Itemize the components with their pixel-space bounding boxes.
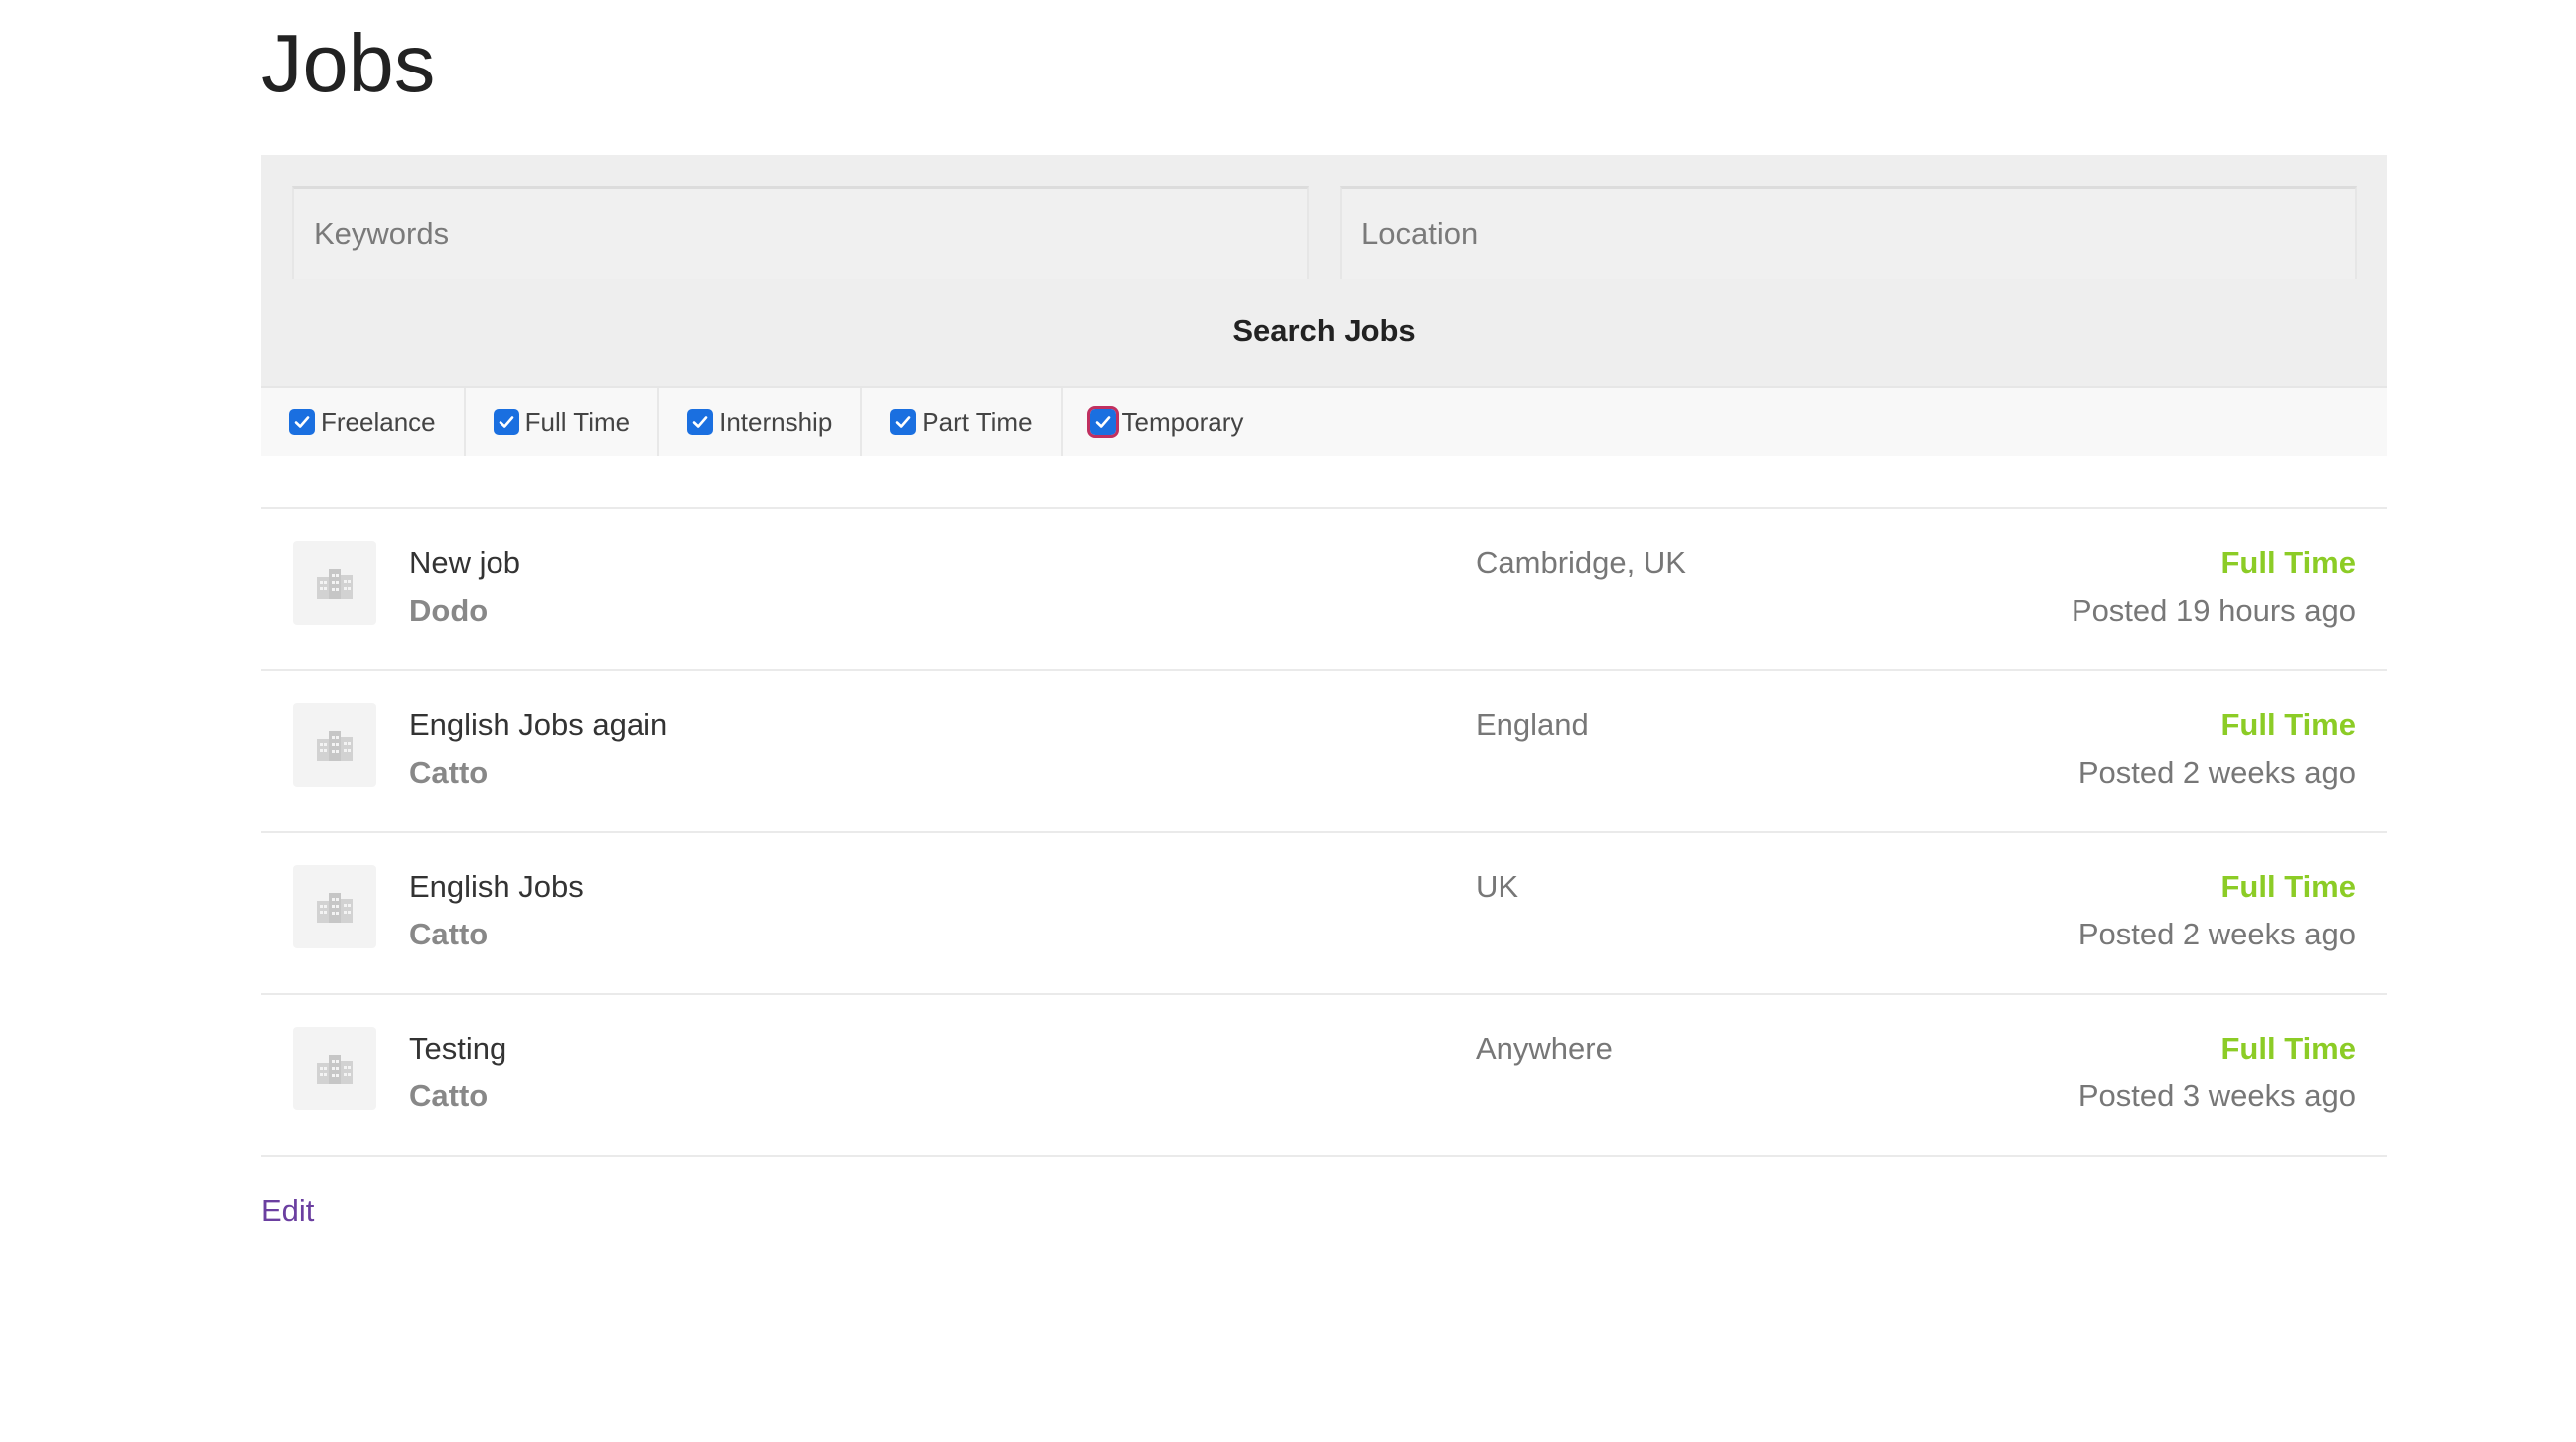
job-location: Anywhere	[1476, 1031, 1613, 1066]
filter-temporary[interactable]: Temporary	[1063, 388, 1272, 456]
job-title[interactable]: English Jobs	[409, 869, 584, 905]
filter-label: Temporary	[1121, 406, 1244, 437]
job-location: Cambridge, UK	[1476, 545, 1686, 580]
job-listings: New job Dodo Cambridge, UK Full Time Pos…	[261, 507, 2387, 1157]
job-company: Dodo	[409, 593, 489, 628]
filter-internship[interactable]: Internship	[659, 388, 863, 456]
filter-freelance[interactable]: Freelance	[261, 388, 466, 456]
job-company: Catto	[409, 755, 489, 790]
checkmark-icon[interactable]	[289, 409, 315, 435]
filter-part-time[interactable]: Part Time	[862, 388, 1063, 456]
job-posted-date: Posted 3 weeks ago	[2077, 1079, 2356, 1113]
filter-label: Freelance	[321, 406, 436, 437]
job-type: Full Time	[2220, 707, 2356, 742]
search-jobs-button[interactable]: Search Jobs	[1213, 303, 1435, 359]
building-icon	[317, 569, 353, 599]
job-type: Full Time	[2220, 545, 2356, 580]
job-company: Catto	[409, 917, 489, 951]
page-title: Jobs	[261, 17, 436, 109]
company-logo	[293, 703, 376, 787]
edit-link[interactable]: Edit	[261, 1193, 314, 1228]
job-type-filters: Freelance Full Time Internship Part Time…	[261, 388, 2387, 456]
job-type: Full Time	[2220, 869, 2356, 904]
filter-label: Part Time	[922, 406, 1033, 437]
job-posted-date: Posted 2 weeks ago	[2077, 755, 2356, 790]
job-posted-date: Posted 2 weeks ago	[2077, 917, 2356, 951]
job-title[interactable]: New job	[409, 545, 520, 581]
checkmark-icon[interactable]	[687, 409, 714, 435]
filter-full-time[interactable]: Full Time	[466, 388, 660, 456]
keywords-input[interactable]	[292, 186, 1309, 279]
search-fields	[292, 186, 2357, 279]
building-icon	[317, 893, 353, 923]
job-location: UK	[1476, 869, 1519, 904]
location-input[interactable]	[1340, 186, 2357, 279]
filter-label: Internship	[719, 406, 833, 437]
checkmark-icon[interactable]	[1086, 406, 1119, 438]
job-company: Catto	[409, 1079, 489, 1113]
job-type: Full Time	[2220, 1031, 2356, 1066]
checkmark-icon[interactable]	[493, 409, 519, 435]
filter-label: Full Time	[524, 406, 631, 437]
company-logo	[293, 865, 376, 948]
job-listing[interactable]: English Jobs Catto UK Full Time Posted 2…	[261, 833, 2387, 995]
job-location: England	[1476, 707, 1589, 742]
job-title[interactable]: Testing	[409, 1031, 506, 1067]
job-listing[interactable]: New job Dodo Cambridge, UK Full Time Pos…	[261, 509, 2387, 671]
company-logo	[293, 541, 376, 625]
job-posted-date: Posted 19 hours ago	[2071, 593, 2356, 628]
jobs-container: Jobs Search Jobs Freelance Full Time Int…	[261, 0, 2387, 1228]
building-icon	[317, 731, 353, 761]
job-title[interactable]: English Jobs again	[409, 707, 667, 743]
building-icon	[317, 1055, 353, 1084]
company-logo	[293, 1027, 376, 1110]
job-listing[interactable]: Testing Catto Anywhere Full Time Posted …	[261, 995, 2387, 1157]
job-search-form: Search Jobs	[261, 155, 2387, 388]
checkmark-icon[interactable]	[890, 409, 917, 435]
job-listing[interactable]: English Jobs again Catto England Full Ti…	[261, 671, 2387, 833]
